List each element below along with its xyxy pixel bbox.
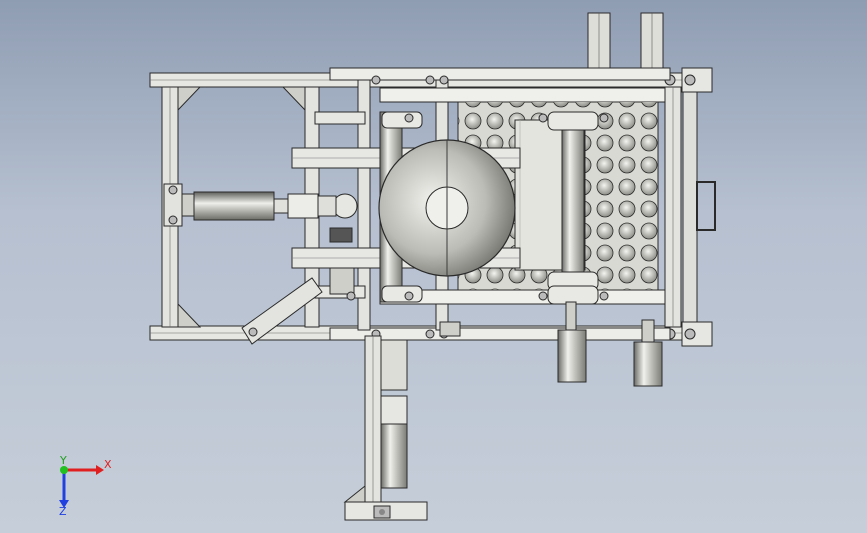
triad-x-label: X <box>104 458 112 471</box>
vertical-posts <box>587 12 664 74</box>
cad-model-view[interactable]: X Y Z <box>0 0 867 533</box>
triad-z-label: Z <box>59 505 67 518</box>
lower-arm <box>343 335 428 521</box>
horizontal-cylinder <box>163 183 358 227</box>
cad-viewport[interactable]: X Y Z <box>0 0 867 533</box>
bottom-cylinders <box>439 301 663 387</box>
rotary-disc <box>378 139 516 277</box>
coordinate-triad: X Y Z <box>59 454 112 518</box>
triad-y-label: Y <box>59 454 67 467</box>
